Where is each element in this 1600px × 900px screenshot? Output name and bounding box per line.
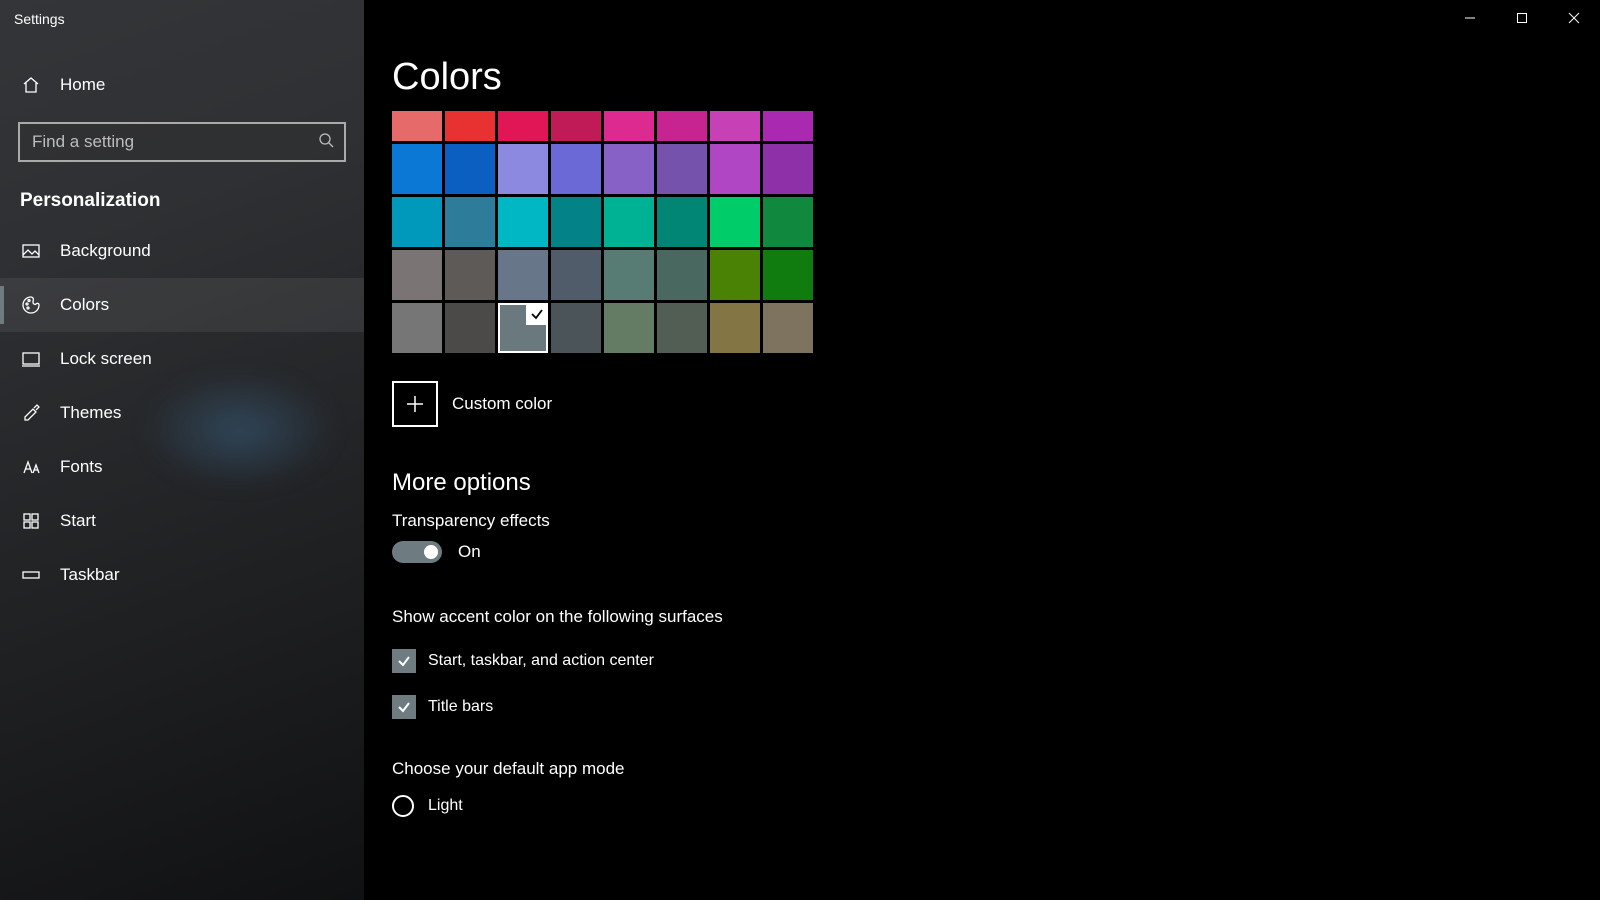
- home-label: Home: [60, 75, 105, 95]
- sidebar-item-label: Lock screen: [60, 349, 152, 369]
- sidebar-section-title: Personalization: [0, 178, 364, 224]
- color-swatch[interactable]: [604, 250, 654, 300]
- checkbox-box: [392, 695, 416, 719]
- sidebar-item-label: Start: [60, 511, 96, 531]
- search-input[interactable]: Find a setting: [18, 122, 346, 162]
- content-area: Colors Custom color More options Transpa…: [364, 0, 1600, 900]
- taskbar-icon: [20, 564, 42, 586]
- page-title: Colors: [392, 56, 1600, 99]
- color-swatch[interactable]: [657, 144, 707, 194]
- color-swatch-grid: [392, 111, 1600, 353]
- home-icon: [20, 74, 42, 96]
- transparency-label: Transparency effects: [392, 511, 1600, 531]
- themes-icon: [20, 402, 42, 424]
- color-swatch[interactable]: [551, 303, 601, 353]
- custom-color-label: Custom color: [452, 394, 552, 414]
- background-icon: [20, 240, 42, 262]
- sidebar-item-label: Fonts: [60, 457, 103, 477]
- color-swatch[interactable]: [392, 250, 442, 300]
- color-swatch[interactable]: [604, 144, 654, 194]
- color-swatch[interactable]: [710, 111, 760, 141]
- color-swatch[interactable]: [763, 250, 813, 300]
- search-placeholder: Find a setting: [32, 132, 318, 152]
- color-swatch[interactable]: [604, 197, 654, 247]
- color-swatch[interactable]: [392, 144, 442, 194]
- fonts-icon: [20, 456, 42, 478]
- color-swatch[interactable]: [763, 144, 813, 194]
- radio-label: Light: [428, 797, 463, 815]
- sidebar-item-fonts[interactable]: Fonts: [0, 440, 364, 494]
- color-swatch[interactable]: [445, 303, 495, 353]
- checkbox-label: Start, taskbar, and action center: [428, 652, 654, 670]
- sidebar-item-label: Taskbar: [60, 565, 120, 585]
- close-button[interactable]: [1548, 0, 1600, 36]
- maximize-button[interactable]: [1496, 0, 1548, 36]
- color-swatch[interactable]: [710, 197, 760, 247]
- sidebar: Home Find a setting Personalization Back…: [0, 0, 364, 900]
- color-swatch[interactable]: [763, 197, 813, 247]
- color-swatch[interactable]: [710, 250, 760, 300]
- colors-icon: [20, 294, 42, 316]
- sidebar-item-label: Themes: [60, 403, 121, 423]
- color-swatch[interactable]: [445, 111, 495, 141]
- color-swatch[interactable]: [657, 197, 707, 247]
- checkbox-start-taskbar-action-center[interactable]: Start, taskbar, and action center: [392, 649, 1600, 673]
- color-swatch[interactable]: [392, 303, 442, 353]
- color-swatch[interactable]: [498, 250, 548, 300]
- color-swatch[interactable]: [604, 303, 654, 353]
- color-swatch[interactable]: [763, 303, 813, 353]
- radio-circle: [392, 795, 414, 817]
- sidebar-item-label: Background: [60, 241, 151, 261]
- sidebar-item-taskbar[interactable]: Taskbar: [0, 548, 364, 602]
- plus-icon: [392, 381, 438, 427]
- window-controls: [1444, 0, 1600, 36]
- radio-light[interactable]: Light: [392, 795, 1600, 817]
- title-bar: Settings: [0, 0, 1600, 36]
- home-button[interactable]: Home: [0, 58, 364, 112]
- color-swatch[interactable]: [710, 144, 760, 194]
- check-icon: [526, 303, 548, 325]
- color-swatch[interactable]: [763, 111, 813, 141]
- start-icon: [20, 510, 42, 532]
- window-title: Settings: [14, 11, 65, 27]
- color-swatch[interactable]: [551, 197, 601, 247]
- color-swatch[interactable]: [710, 303, 760, 353]
- transparency-toggle[interactable]: [392, 541, 442, 563]
- sidebar-item-colors[interactable]: Colors: [0, 278, 364, 332]
- color-swatch[interactable]: [392, 197, 442, 247]
- color-swatch[interactable]: [392, 111, 442, 141]
- color-swatch[interactable]: [657, 303, 707, 353]
- checkbox-title-bars[interactable]: Title bars: [392, 695, 1600, 719]
- color-swatch[interactable]: [551, 250, 601, 300]
- color-swatch[interactable]: [657, 111, 707, 141]
- color-swatch[interactable]: [604, 111, 654, 141]
- more-options-header: More options: [392, 469, 1600, 497]
- color-swatch[interactable]: [445, 197, 495, 247]
- sidebar-item-start[interactable]: Start: [0, 494, 364, 548]
- checkbox-box: [392, 649, 416, 673]
- lock-screen-icon: [20, 348, 42, 370]
- color-swatch[interactable]: [657, 250, 707, 300]
- checkbox-label: Title bars: [428, 698, 493, 716]
- sidebar-item-label: Colors: [60, 295, 109, 315]
- minimize-button[interactable]: [1444, 0, 1496, 36]
- app-mode-label: Choose your default app mode: [392, 759, 1600, 779]
- transparency-state: On: [458, 542, 481, 562]
- color-swatch[interactable]: [498, 144, 548, 194]
- sidebar-item-background[interactable]: Background: [0, 224, 364, 278]
- accent-surfaces-label: Show accent color on the following surfa…: [392, 607, 1600, 627]
- sidebar-item-lock-screen[interactable]: Lock screen: [0, 332, 364, 386]
- color-swatch[interactable]: [498, 303, 548, 353]
- color-swatch[interactable]: [551, 144, 601, 194]
- color-swatch[interactable]: [445, 250, 495, 300]
- custom-color-button[interactable]: Custom color: [392, 381, 1600, 427]
- color-swatch[interactable]: [498, 111, 548, 141]
- color-swatch[interactable]: [551, 111, 601, 141]
- search-icon: [318, 132, 334, 153]
- color-swatch[interactable]: [498, 197, 548, 247]
- sidebar-item-themes[interactable]: Themes: [0, 386, 364, 440]
- color-swatch[interactable]: [445, 144, 495, 194]
